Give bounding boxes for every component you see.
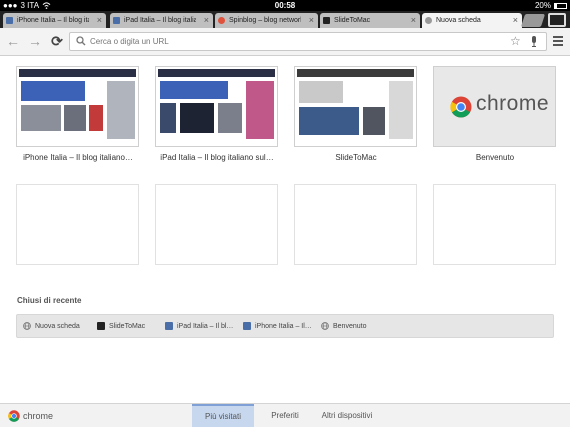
favicon-icon	[425, 17, 432, 24]
favicon-icon	[6, 17, 13, 24]
thumbnail-benvenuto[interactable]: chrome	[433, 66, 556, 147]
thumbnail-empty	[294, 184, 417, 265]
battery-percent: 20%	[534, 1, 551, 10]
recently-closed-title: Chiusi di recente	[17, 296, 82, 305]
thumbnail-empty	[16, 184, 139, 265]
close-tab-icon[interactable]: ×	[513, 13, 518, 28]
close-tab-icon[interactable]: ×	[97, 13, 102, 28]
tab-strip: iPhone Italia – Il blog ita × iPad Itali…	[0, 11, 570, 28]
recent-item-benvenuto[interactable]: Benvenuto	[321, 315, 366, 339]
recent-item-label: SlideToMac	[109, 323, 146, 330]
search-icon	[76, 36, 86, 46]
close-tab-icon[interactable]: ×	[309, 13, 314, 28]
recent-item-label: iPad Italia – Il bl…	[177, 323, 234, 330]
chrome-logo-icon	[450, 96, 472, 118]
thumbnail-iphone-italia[interactable]	[16, 66, 139, 147]
tab-title: iPhone Italia – Il blog ita	[17, 17, 89, 24]
tab-iphone-italia[interactable]: iPhone Italia – Il blog ita ×	[3, 13, 106, 28]
thumbnail-label: iPhone Italia – Il blog italiano…	[23, 153, 133, 162]
chrome-logo-icon	[8, 410, 20, 422]
thumbnail-ipad-italia[interactable]	[155, 66, 278, 147]
reload-button[interactable]: ⟳	[49, 33, 65, 49]
thumbnail-label: SlideToMac	[335, 153, 377, 162]
tab-piu-visitati[interactable]: Più visitati	[192, 404, 254, 427]
recent-item-label: Nuova scheda	[35, 323, 80, 330]
tab-altri-dispositivi[interactable]: Altri dispositivi	[314, 404, 380, 427]
favicon-icon	[323, 17, 330, 24]
forward-button[interactable]: →	[27, 33, 43, 49]
recent-item-iphone-italia[interactable]: iPhone Italia – Il…	[243, 315, 312, 339]
recent-item-ipad-italia[interactable]: iPad Italia – Il bl…	[165, 315, 233, 339]
thumbnail-label: iPad Italia – Il blog italiano sul…	[160, 153, 274, 162]
recent-item-label: Benvenuto	[333, 323, 367, 330]
recent-item-slidetomac[interactable]: SlideToMac	[97, 315, 145, 339]
bottom-bar: chrome Più visitati Preferiti Altri disp…	[0, 403, 570, 427]
thumbnail-label: Benvenuto	[475, 153, 515, 162]
microphone-icon[interactable]	[531, 36, 537, 47]
thumbnail-empty	[433, 184, 556, 265]
tab-title: SlideToMac	[334, 17, 371, 24]
clock: 00:58	[274, 1, 296, 10]
battery-icon	[554, 2, 567, 9]
chrome-wordmark: chrome	[476, 92, 550, 115]
tab-preferiti[interactable]: Preferiti	[258, 404, 312, 427]
menu-button[interactable]	[553, 36, 563, 47]
back-button[interactable]: ←	[5, 33, 21, 49]
slidetomac-icon	[97, 322, 105, 331]
omnibox-input[interactable]	[90, 34, 490, 49]
close-tab-icon[interactable]: ×	[411, 13, 416, 28]
recent-item-nuova-scheda[interactable]: Nuova scheda	[23, 315, 80, 339]
globe-icon	[321, 322, 329, 331]
screen: ●●● 3 ITA 00:58 20% iPhone Italia – Il b…	[0, 0, 570, 427]
tab-ipad-italia[interactable]: iPad Italia – Il blog italia ×	[110, 13, 213, 28]
close-tab-icon[interactable]: ×	[204, 13, 209, 28]
thumbnail-slidetomac[interactable]	[294, 66, 417, 147]
status-bar: ●●● 3 ITA 00:58 20%	[0, 0, 570, 11]
favicon-icon	[113, 17, 120, 24]
tab-spinblog[interactable]: Spinblog – blog network ×	[215, 13, 318, 28]
thumbnail-empty	[155, 184, 278, 265]
new-tab-button[interactable]	[520, 14, 546, 27]
iphone-italia-icon	[243, 322, 251, 331]
tab-title: Spinblog – blog network	[229, 17, 301, 24]
tab-title: Nuova scheda	[436, 17, 481, 24]
omnibox[interactable]: ☆	[69, 32, 547, 51]
tab-nuova-scheda[interactable]: Nuova scheda ×	[422, 13, 522, 28]
tab-title: iPad Italia – Il blog italia	[124, 17, 196, 24]
globe-icon	[23, 322, 31, 331]
favicon-icon	[218, 17, 225, 24]
recently-closed-bar: Nuova scheda SlideToMac iPad Italia – Il…	[16, 314, 554, 338]
chrome-brand: chrome	[8, 409, 53, 423]
tab-slidetomac[interactable]: SlideToMac ×	[320, 13, 420, 28]
brand-label: chrome	[23, 411, 54, 421]
tab-switcher-button[interactable]	[548, 13, 566, 27]
recent-item-label: iPhone Italia – Il…	[255, 323, 312, 330]
bookmark-star-icon[interactable]: ☆	[510, 34, 521, 49]
toolbar: ← → ⟳ ☆	[0, 28, 570, 56]
ipad-italia-icon	[165, 322, 173, 331]
